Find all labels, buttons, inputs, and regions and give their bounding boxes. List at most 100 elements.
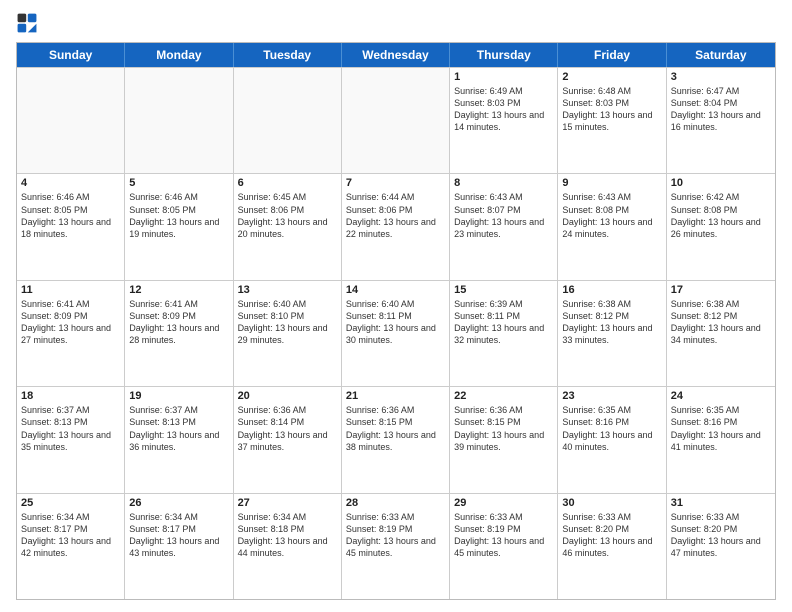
calendar-body: 1 Sunrise: 6:49 AM Sunset: 8:03 PM Daylig… <box>17 67 775 599</box>
day-number: 28 <box>346 497 445 509</box>
day-info: Sunrise: 6:36 AM Sunset: 8:15 PM Dayligh… <box>454 404 553 453</box>
day-info: Sunrise: 6:34 AM Sunset: 8:17 PM Dayligh… <box>129 511 228 560</box>
day-info: Sunrise: 6:44 AM Sunset: 8:06 PM Dayligh… <box>346 191 445 240</box>
empty-cell <box>234 68 342 173</box>
day-cell-22: 22 Sunrise: 6:36 AM Sunset: 8:15 PM Dayli… <box>450 387 558 492</box>
day-number: 8 <box>454 177 553 189</box>
day-number: 11 <box>21 284 120 296</box>
day-cell-2: 2 Sunrise: 6:48 AM Sunset: 8:03 PM Daylig… <box>558 68 666 173</box>
day-cell-28: 28Sunrise: 6:33 AM Sunset: 8:19 PM Dayli… <box>342 494 450 599</box>
day-info: Sunrise: 6:41 AM Sunset: 8:09 PM Dayligh… <box>129 298 228 347</box>
day-info: Sunrise: 6:49 AM Sunset: 8:03 PM Dayligh… <box>454 85 553 134</box>
day-number: 9 <box>562 177 661 189</box>
day-cell-9: 9 Sunrise: 6:43 AM Sunset: 8:08 PM Daylig… <box>558 174 666 279</box>
day-cell-12: 12 Sunrise: 6:41 AM Sunset: 8:09 PM Dayli… <box>125 281 233 386</box>
calendar-header: SundayMondayTuesdayWednesdayThursdayFrid… <box>17 43 775 67</box>
day-header-monday: Monday <box>125 43 233 67</box>
day-cell-27: 27 Sunrise: 6:34 AM Sunset: 8:18 PM Dayli… <box>234 494 342 599</box>
day-cell-16: 16 Sunrise: 6:38 AM Sunset: 8:12 PM Dayli… <box>558 281 666 386</box>
day-cell-1: 1 Sunrise: 6:49 AM Sunset: 8:03 PM Daylig… <box>450 68 558 173</box>
logo <box>16 12 42 34</box>
day-number: 29 <box>454 497 553 509</box>
day-info: Sunrise: 6:33 AM Sunset: 8:19 PM Dayligh… <box>454 511 553 560</box>
day-info: Sunrise: 6:48 AM Sunset: 8:03 PM Dayligh… <box>562 85 661 134</box>
day-cell-13: 13Sunrise: 6:40 AM Sunset: 8:10 PM Dayli… <box>234 281 342 386</box>
day-cell-31: 31 Sunrise: 6:33 AM Sunset: 8:20 PM Dayli… <box>667 494 775 599</box>
day-info: Sunrise: 6:43 AM Sunset: 8:07 PM Dayligh… <box>454 191 553 240</box>
day-number: 10 <box>671 177 771 189</box>
day-number: 6 <box>238 177 337 189</box>
day-number: 26 <box>129 497 228 509</box>
day-info: Sunrise: 6:33 AM Sunset: 8:20 PM Dayligh… <box>671 511 771 560</box>
page: SundayMondayTuesdayWednesdayThursdayFrid… <box>0 0 792 612</box>
day-number: 25 <box>21 497 120 509</box>
day-info: Sunrise: 6:35 AM Sunset: 8:16 PM Dayligh… <box>671 404 771 453</box>
day-cell-8: 8 Sunrise: 6:43 AM Sunset: 8:07 PM Daylig… <box>450 174 558 279</box>
day-cell-20: 20Sunrise: 6:36 AM Sunset: 8:14 PM Dayli… <box>234 387 342 492</box>
day-info: Sunrise: 6:43 AM Sunset: 8:08 PM Dayligh… <box>562 191 661 240</box>
day-cell-4: 4Sunrise: 6:46 AM Sunset: 8:05 PM Daylig… <box>17 174 125 279</box>
day-cell-7: 7 Sunrise: 6:44 AM Sunset: 8:06 PM Daylig… <box>342 174 450 279</box>
day-cell-5: 5 Sunrise: 6:46 AM Sunset: 8:05 PM Daylig… <box>125 174 233 279</box>
day-number: 31 <box>671 497 771 509</box>
day-info: Sunrise: 6:37 AM Sunset: 8:13 PM Dayligh… <box>129 404 228 453</box>
day-number: 17 <box>671 284 771 296</box>
day-cell-24: 24 Sunrise: 6:35 AM Sunset: 8:16 PM Dayli… <box>667 387 775 492</box>
day-header-thursday: Thursday <box>450 43 558 67</box>
header <box>16 12 776 34</box>
calendar-row-1: 1 Sunrise: 6:49 AM Sunset: 8:03 PM Daylig… <box>17 67 775 173</box>
day-number: 21 <box>346 390 445 402</box>
day-cell-17: 17Sunrise: 6:38 AM Sunset: 8:12 PM Dayli… <box>667 281 775 386</box>
day-number: 22 <box>454 390 553 402</box>
day-info: Sunrise: 6:37 AM Sunset: 8:13 PM Dayligh… <box>21 404 120 453</box>
day-cell-18: 18Sunrise: 6:37 AM Sunset: 8:13 PM Dayli… <box>17 387 125 492</box>
day-info: Sunrise: 6:34 AM Sunset: 8:18 PM Dayligh… <box>238 511 337 560</box>
calendar-row-4: 18Sunrise: 6:37 AM Sunset: 8:13 PM Dayli… <box>17 386 775 492</box>
day-info: Sunrise: 6:45 AM Sunset: 8:06 PM Dayligh… <box>238 191 337 240</box>
day-number: 4 <box>21 177 120 189</box>
day-info: Sunrise: 6:38 AM Sunset: 8:12 PM Dayligh… <box>562 298 661 347</box>
day-number: 14 <box>346 284 445 296</box>
day-cell-19: 19 Sunrise: 6:37 AM Sunset: 8:13 PM Dayli… <box>125 387 233 492</box>
day-cell-3: 3 Sunrise: 6:47 AM Sunset: 8:04 PM Daylig… <box>667 68 775 173</box>
day-number: 3 <box>671 71 771 83</box>
day-number: 27 <box>238 497 337 509</box>
day-info: Sunrise: 6:40 AM Sunset: 8:11 PM Dayligh… <box>346 298 445 347</box>
day-info: Sunrise: 6:47 AM Sunset: 8:04 PM Dayligh… <box>671 85 771 134</box>
day-number: 24 <box>671 390 771 402</box>
calendar-row-2: 4 Sunrise: 6:46 AM Sunset: 8:05 PM Daylig… <box>17 173 775 279</box>
calendar: SundayMondayTuesdayWednesdayThursdayFrid… <box>16 42 776 600</box>
day-info: Sunrise: 6:35 AM Sunset: 8:16 PM Dayligh… <box>562 404 661 453</box>
day-number: 2 <box>562 71 661 83</box>
day-info: Sunrise: 6:34 AM Sunset: 8:17 PM Dayligh… <box>21 511 120 560</box>
calendar-row-5: 25 Sunrise: 6:34 AM Sunset: 8:17 PM Dayli… <box>17 493 775 599</box>
day-info: Sunrise: 6:36 AM Sunset: 8:14 PM Dayligh… <box>238 404 337 453</box>
day-number: 1 <box>454 71 553 83</box>
day-info: Sunrise: 6:33 AM Sunset: 8:20 PM Dayligh… <box>562 511 661 560</box>
day-info: Sunrise: 6:42 AM Sunset: 8:08 PM Dayligh… <box>671 191 771 240</box>
calendar-row-3: 11 Sunrise: 6:41 AM Sunset: 8:09 PM Dayli… <box>17 280 775 386</box>
day-number: 19 <box>129 390 228 402</box>
empty-cell <box>342 68 450 173</box>
day-number: 12 <box>129 284 228 296</box>
day-number: 5 <box>129 177 228 189</box>
day-number: 16 <box>562 284 661 296</box>
day-number: 7 <box>346 177 445 189</box>
logo-icon <box>16 12 38 34</box>
day-cell-21: 21 Sunrise: 6:36 AM Sunset: 8:15 PM Dayli… <box>342 387 450 492</box>
day-header-sunday: Sunday <box>17 43 125 67</box>
day-cell-29: 29 Sunrise: 6:33 AM Sunset: 8:19 PM Dayli… <box>450 494 558 599</box>
empty-cell <box>125 68 233 173</box>
day-number: 15 <box>454 284 553 296</box>
day-cell-25: 25 Sunrise: 6:34 AM Sunset: 8:17 PM Dayli… <box>17 494 125 599</box>
day-number: 23 <box>562 390 661 402</box>
day-info: Sunrise: 6:36 AM Sunset: 8:15 PM Dayligh… <box>346 404 445 453</box>
day-number: 13 <box>238 284 337 296</box>
day-cell-15: 15Sunrise: 6:39 AM Sunset: 8:11 PM Dayli… <box>450 281 558 386</box>
day-cell-10: 10 Sunrise: 6:42 AM Sunset: 8:08 PM Dayli… <box>667 174 775 279</box>
day-cell-26: 26 Sunrise: 6:34 AM Sunset: 8:17 PM Dayli… <box>125 494 233 599</box>
day-info: Sunrise: 6:46 AM Sunset: 8:05 PM Dayligh… <box>129 191 228 240</box>
day-header-wednesday: Wednesday <box>342 43 450 67</box>
day-number: 30 <box>562 497 661 509</box>
day-cell-30: 30 Sunrise: 6:33 AM Sunset: 8:20 PM Dayli… <box>558 494 666 599</box>
